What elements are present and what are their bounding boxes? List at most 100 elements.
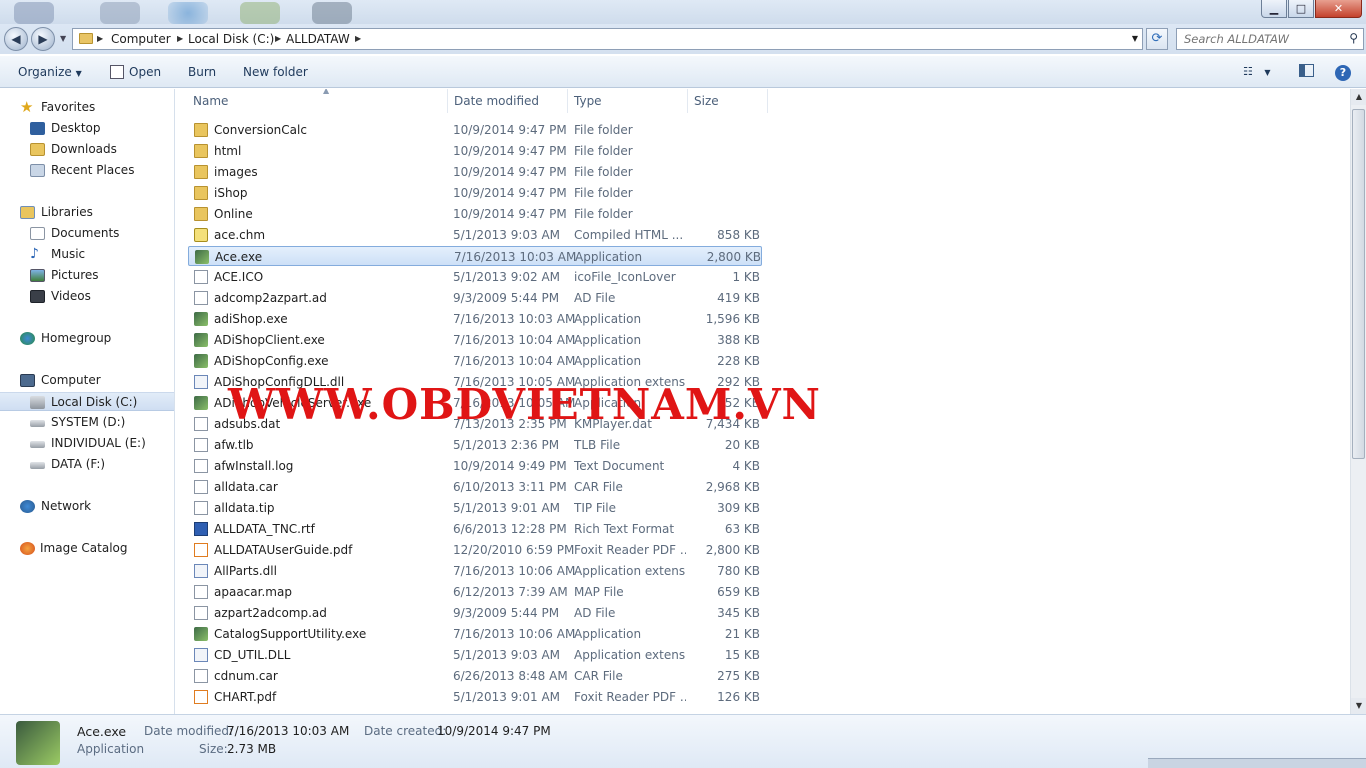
address-history-dropdown-icon[interactable]: ▼	[1132, 29, 1138, 49]
new-folder-button[interactable]: New folder	[243, 64, 308, 80]
minimize-button[interactable]: ▁	[1261, 0, 1287, 18]
breadcrumb-separator-icon[interactable]: ▶	[355, 29, 361, 49]
file-type: Application extens...	[574, 564, 686, 578]
file-type: Compiled HTML ...	[574, 228, 684, 242]
file-row[interactable]: iShop 10/9/2014 9:47 PM File folder	[188, 183, 762, 203]
search-icon[interactable]: ⚲	[1349, 31, 1358, 45]
dll-file-icon	[194, 648, 208, 662]
column-header-type[interactable]: Type	[568, 89, 688, 113]
breadcrumb-separator-icon[interactable]: ▶	[177, 29, 183, 49]
address-bar[interactable]: ▶ Computer ▶ Local Disk (C:) ▶ ALLDATAW …	[72, 28, 1143, 50]
sidebar-item-recent-places[interactable]: Recent Places	[0, 161, 174, 180]
column-header-name[interactable]: Name ▲	[187, 89, 448, 113]
open-button[interactable]: Open	[129, 64, 161, 80]
vertical-scrollbar[interactable]: ▲ ▼	[1350, 89, 1366, 714]
pictures-icon	[30, 269, 45, 282]
maximize-button[interactable]: □	[1288, 0, 1314, 18]
chevron-down-icon: ▼	[75, 69, 82, 78]
breadcrumb-computer[interactable]: Computer	[111, 29, 171, 49]
sidebar-item-label: SYSTEM (D:)	[51, 415, 126, 429]
file-type: AD File	[574, 291, 616, 305]
file-type: File folder	[574, 207, 633, 221]
file-row[interactable]: CD_UTIL.DLL 5/1/2013 9:03 AM Application e…	[188, 645, 762, 665]
column-header-label: Date modified	[454, 94, 540, 108]
file-row[interactable]: html 10/9/2014 9:47 PM File folder	[188, 141, 762, 161]
file-date-modified: 5/1/2013 9:02 AM	[453, 270, 561, 284]
sidebar-item-system-d[interactable]: SYSTEM (D:)	[0, 413, 174, 432]
sidebar-item-individual-e[interactable]: INDIVIDUAL (E:)	[0, 434, 174, 453]
recent-pages-dropdown-icon[interactable]: ▼	[60, 34, 66, 43]
file-type: Application	[574, 627, 642, 641]
recent-places-icon	[30, 164, 45, 177]
sidebar-item-downloads[interactable]: Downloads	[0, 140, 174, 159]
search-box[interactable]: ⚲	[1176, 28, 1364, 50]
sidebar-item-local-disk-c[interactable]: Local Disk (C:)	[0, 392, 174, 411]
file-row[interactable]: ACE.ICO 5/1/2013 9:02 AM icoFile_IconLover…	[188, 267, 762, 287]
file-row[interactable]: ConversionCalc 10/9/2014 9:47 PM File fold…	[188, 120, 762, 140]
file-row[interactable]: alldata.tip 5/1/2013 9:01 AM TIP File 309 K…	[188, 498, 762, 518]
refresh-button[interactable]: ⟳	[1146, 28, 1168, 50]
preview-pane-button[interactable]	[1299, 64, 1314, 80]
breadcrumb-separator-icon[interactable]: ▶	[275, 29, 281, 49]
sidebar-item-data-f[interactable]: DATA (F:)	[0, 455, 174, 474]
file-row[interactable]: ALLDATAUserGuide.pdf 12/20/2010 6:59 PM Fo…	[188, 540, 762, 560]
sidebar-item-label: Image Catalog	[40, 541, 128, 555]
network-icon	[20, 500, 35, 513]
sidebar-item-image-catalog[interactable]: Image Catalog	[0, 539, 174, 558]
file-row[interactable]: apaacar.map 6/12/2013 7:39 AM MAP File 659 …	[188, 582, 762, 602]
sidebar-item-documents[interactable]: Documents	[0, 224, 174, 243]
search-input[interactable]	[1177, 29, 1337, 49]
file-row[interactable]: adcomp2azpart.ad 9/3/2009 5:44 PM AD File 4…	[188, 288, 762, 308]
file-row[interactable]: ALLDATA_TNC.rtf 6/6/2013 12:28 PM Rich Tex…	[188, 519, 762, 539]
breadcrumb-local-disk[interactable]: Local Disk (C:)	[188, 29, 274, 49]
sidebar-item-network[interactable]: Network	[0, 497, 174, 516]
file-row[interactable]: Ace.exe 7/16/2013 10:03 AM Application 2,80…	[188, 246, 762, 266]
scroll-down-button[interactable]: ▼	[1351, 698, 1366, 714]
close-button[interactable]: ✕	[1315, 0, 1362, 18]
organize-button[interactable]: Organize ▼	[18, 64, 82, 80]
sidebar-item-favorites[interactable]: ★ Favorites	[0, 98, 174, 117]
file-date-modified: 7/16/2013 10:06 AM	[453, 564, 576, 578]
back-button[interactable]: ◀	[4, 27, 28, 51]
file-row[interactable]: ace.chm 5/1/2013 9:03 AM Compiled HTML ...…	[188, 225, 762, 245]
dll-file-icon	[194, 375, 208, 389]
file-row[interactable]: adiShop.exe 7/16/2013 10:03 AM Application…	[188, 309, 762, 329]
sidebar-item-desktop[interactable]: Desktop	[0, 119, 174, 138]
file-row[interactable]: AllParts.dll 7/16/2013 10:06 AM Applicatio…	[188, 561, 762, 581]
file-date-modified: 6/10/2013 3:11 PM	[453, 480, 567, 494]
file-row[interactable]: afw.tlb 5/1/2013 2:36 PM TLB File 20 KB	[188, 435, 762, 455]
taskbar-ghost-icon	[312, 2, 352, 24]
file-row[interactable]: Online 10/9/2014 9:47 PM File folder	[188, 204, 762, 224]
column-header-size[interactable]: Size	[688, 89, 768, 113]
breadcrumb-separator-icon[interactable]: ▶	[97, 29, 103, 49]
sidebar-item-homegroup[interactable]: Homegroup	[0, 329, 174, 348]
file-row[interactable]: images 10/9/2014 9:47 PM File folder	[188, 162, 762, 182]
sidebar-item-computer[interactable]: Computer	[0, 371, 174, 390]
breadcrumb-alldataw[interactable]: ALLDATAW	[286, 29, 350, 49]
scroll-thumb[interactable]	[1352, 109, 1365, 459]
help-button[interactable]: ?	[1335, 64, 1351, 81]
file-date-modified: 10/9/2014 9:47 PM	[453, 123, 567, 137]
file-row[interactable]: ADiShopClient.exe 7/16/2013 10:04 AM Appli…	[188, 330, 762, 350]
sidebar-item-music[interactable]: ♪ Music	[0, 245, 174, 264]
command-bar: Organize ▼ Open Burn New folder ☷ ▼ ?	[0, 56, 1366, 88]
file-row[interactable]: ADiShopConfig.exe 7/16/2013 10:04 AM Appli…	[188, 351, 762, 371]
file-size: 126 KB	[717, 690, 760, 704]
file-row[interactable]: azpart2adcomp.ad 9/3/2009 5:44 PM AD File 3…	[188, 603, 762, 623]
burn-button[interactable]: Burn	[188, 64, 216, 80]
taskbar-ghost-icon	[168, 2, 208, 24]
sidebar-item-pictures[interactable]: Pictures	[0, 266, 174, 285]
sidebar-item-videos[interactable]: Videos	[0, 287, 174, 306]
file-name: azpart2adcomp.ad	[214, 606, 327, 620]
view-options-button[interactable]: ☷ ▼	[1243, 64, 1271, 80]
file-row[interactable]: CatalogSupportUtility.exe 7/16/2013 10:06…	[188, 624, 762, 644]
forward-button[interactable]: ▶	[31, 27, 55, 51]
file-row[interactable]: CHART.pdf 5/1/2013 9:01 AM Foxit Reader PD…	[188, 687, 762, 707]
column-header-date[interactable]: Date modified	[448, 89, 568, 113]
sidebar-item-libraries[interactable]: Libraries	[0, 203, 174, 222]
file-row[interactable]: cdnum.car 6/26/2013 8:48 AM CAR File 275 KB	[188, 666, 762, 686]
file-row[interactable]: alldata.car 6/10/2013 3:11 PM CAR File 2,96…	[188, 477, 762, 497]
file-row[interactable]: afwInstall.log 10/9/2014 9:49 PM Text Docu…	[188, 456, 762, 476]
scroll-up-button[interactable]: ▲	[1351, 89, 1366, 105]
open-icon	[110, 65, 124, 79]
